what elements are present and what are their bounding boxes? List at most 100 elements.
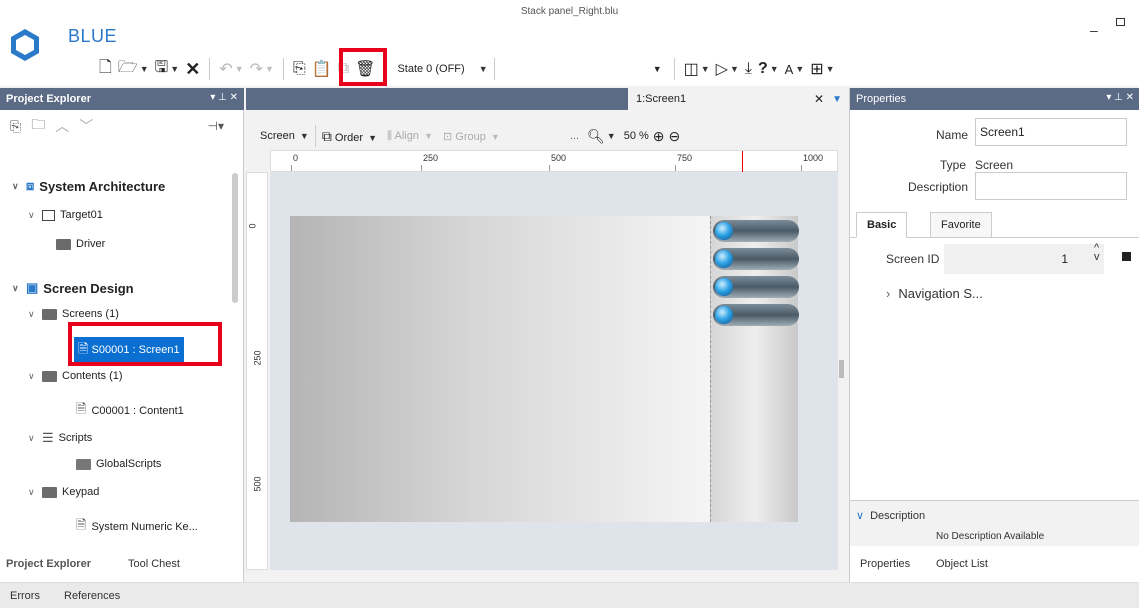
open-folder-icon[interactable]: 🗁 ▼	[115, 56, 152, 82]
ruler-tick	[675, 165, 676, 171]
save-icon[interactable]: 🖫 ▼	[152, 56, 183, 82]
tree-screens[interactable]: ∨ Screens (1)	[28, 308, 119, 320]
close-icon[interactable]: ✕	[182, 56, 203, 82]
tree-content1[interactable]: 🗎 C00001 : Content1	[76, 400, 184, 422]
copy-icon[interactable]: ⎘	[290, 56, 309, 82]
tab-list-icon[interactable]: ▼	[832, 94, 842, 105]
stack-button[interactable]	[713, 304, 799, 326]
tab-basic[interactable]: Basic	[856, 212, 908, 238]
move-up-icon[interactable]: ︿	[55, 116, 69, 136]
tab-object-list[interactable]: Object List	[936, 558, 988, 570]
tree-scripts[interactable]: ∨ ☰ Scripts	[28, 430, 92, 446]
tree-target01[interactable]: ∨ Target01	[28, 209, 103, 221]
align-icon: ⫼	[387, 129, 393, 142]
folder-icon	[42, 370, 57, 382]
add-item-icon[interactable]: ⎘	[10, 118, 21, 135]
tree-system-architecture[interactable]: ∨ ⧈ System Architecture	[12, 178, 165, 194]
maximize-button[interactable]	[1116, 18, 1125, 26]
chevron-down-icon[interactable]: ▼	[607, 131, 616, 141]
copy-highlight-box	[339, 48, 387, 86]
tree-system-numeric-keypad[interactable]: 🗎 System Numeric Ke...	[76, 516, 198, 538]
button-lamp-icon	[715, 306, 733, 324]
panel-controls-icon[interactable]: ▾ ⊥ ✕	[210, 92, 238, 103]
tab-references[interactable]: References	[64, 590, 120, 602]
ruler-tick	[421, 165, 422, 171]
download-icon[interactable]: ⤓	[742, 56, 755, 82]
new-file-icon[interactable]: 🗋	[96, 56, 115, 82]
ruler-tick	[549, 165, 550, 171]
description-field[interactable]	[975, 172, 1127, 200]
move-down-icon[interactable]: ﹀	[79, 116, 93, 136]
explorer-toolbar: ⎘ 🗀 ︿ ﹀ ⊣▾	[0, 110, 244, 142]
screen-dropdown[interactable]: Screen ▼	[260, 130, 309, 142]
tab-properties[interactable]: Properties	[860, 558, 910, 570]
tab-screen1[interactable]: 1:Screen1 ✕ ▼	[628, 88, 848, 110]
group-button[interactable]: ⊡ Group ▼	[443, 130, 500, 143]
folder-icon	[42, 486, 57, 498]
chevron-down-icon[interactable]: ∨	[28, 210, 42, 221]
tab-errors[interactable]: Errors	[10, 590, 40, 602]
pin-icon[interactable]: ⊣▾	[208, 119, 224, 133]
align-button[interactable]: ⫼ Align ▼	[387, 130, 433, 143]
order-button[interactable]: ⧉ Order ▼	[322, 128, 377, 145]
grid-icon[interactable]: ⊞ ▼	[807, 56, 837, 82]
property-tabs: Basic Favorite	[850, 212, 1139, 238]
font-icon[interactable]: A ▼	[782, 56, 808, 82]
panel-controls-icon[interactable]: ▾ ⊥ ✕	[1106, 92, 1134, 103]
tree-global-scripts[interactable]: GlobalScripts	[76, 458, 161, 470]
ruler-label: 750	[677, 153, 693, 163]
ruler-tick	[291, 165, 292, 171]
zoom-in-icon[interactable]: ⊕	[653, 128, 665, 145]
canvas-scrollbar[interactable]	[839, 360, 844, 378]
description-header[interactable]: ∨ Description	[856, 509, 925, 522]
tab-tool-chest[interactable]: Tool Chest	[128, 558, 180, 570]
chevron-down-icon[interactable]: ∨	[28, 433, 42, 444]
stepper-icon[interactable]: ^ v	[1094, 243, 1100, 263]
run-icon[interactable]: ▷ ▼	[713, 56, 742, 82]
tree-driver[interactable]: Driver	[56, 238, 105, 250]
paste-icon[interactable]: 📋	[309, 56, 335, 82]
navigation-section[interactable]: › Navigation S...	[886, 286, 983, 301]
explorer-scrollbar[interactable]	[232, 173, 238, 303]
chevron-down-icon[interactable]: ∨	[28, 487, 42, 498]
tree-label: Scripts	[58, 432, 93, 444]
tree-keypad[interactable]: ∨ Keypad	[28, 486, 99, 498]
minimize-button[interactable]: –	[1090, 22, 1098, 38]
color-swatch-icon[interactable]	[1122, 252, 1131, 261]
status-bar: Errors References	[0, 582, 1139, 608]
tab-project-explorer[interactable]: Project Explorer	[6, 558, 91, 570]
screen-preview[interactable]	[290, 216, 710, 522]
tab-favorite[interactable]: Favorite	[930, 212, 992, 238]
close-icon[interactable]: ✕	[814, 92, 824, 106]
chevron-down-icon[interactable]: ∨	[12, 181, 26, 192]
tree-screen-design[interactable]: ∨ ▣ Screen Design	[12, 280, 134, 296]
add-folder-icon[interactable]: 🗀	[31, 114, 45, 138]
name-field[interactable]: Screen1	[975, 118, 1127, 146]
global-scripts-icon	[76, 458, 91, 470]
stack-button[interactable]	[713, 248, 799, 270]
state-selector[interactable]: State 0 (OFF) ▼	[391, 57, 493, 81]
ruler-label: 500	[252, 476, 263, 492]
zoom-fit-icon[interactable]: ⊖	[669, 128, 681, 145]
chevron-down-icon[interactable]: ∨	[28, 371, 42, 382]
chevron-down-icon[interactable]: ∨	[28, 309, 42, 320]
tree-contents[interactable]: ∨ Contents (1)	[28, 370, 123, 382]
properties-title: Properties	[856, 93, 907, 105]
screen-id-field[interactable]: 1	[944, 244, 1104, 274]
tree-label: System Numeric Ke...	[91, 521, 198, 533]
state-dropdown[interactable]: ▼	[493, 58, 668, 80]
undo-icon[interactable]: ↶ ▼	[216, 56, 246, 82]
chevron-down-icon: ∨	[856, 510, 865, 522]
stack-panel[interactable]	[710, 216, 799, 522]
description-label: Description	[908, 180, 969, 194]
stack-button[interactable]	[713, 220, 799, 242]
chevron-down-icon[interactable]: ∨	[12, 283, 26, 294]
more-options-button[interactable]: ...	[570, 130, 579, 142]
stack-button[interactable]	[713, 276, 799, 298]
layout-icon[interactable]: ◫ ▼	[681, 56, 713, 82]
zoom-out-icon[interactable]: 🔍︎	[587, 128, 605, 145]
help-icon[interactable]: ? ▼	[755, 56, 782, 82]
app-title: BLUE	[68, 26, 118, 46]
redo-icon[interactable]: ↷ ▼	[247, 56, 277, 82]
tree-label: Screen Design	[43, 280, 134, 296]
